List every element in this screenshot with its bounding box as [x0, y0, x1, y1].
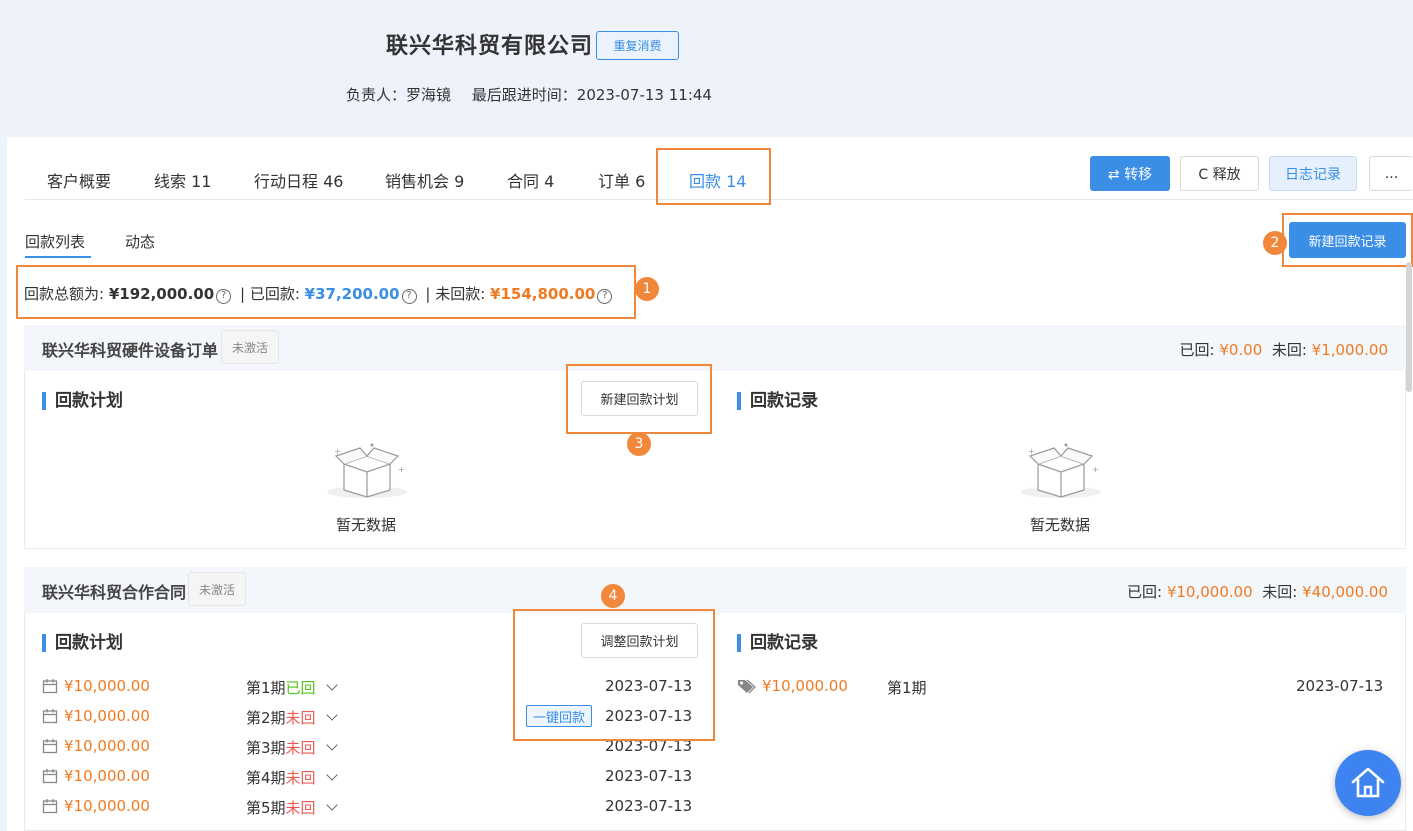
paid-label: 已回: — [1179, 341, 1215, 359]
calendar-icon — [42, 769, 58, 784]
badge-1: 1 — [635, 277, 659, 301]
chevron-down-icon[interactable] — [325, 709, 338, 721]
plan-period: 第1期 — [246, 679, 286, 697]
plan-amount: ¥10,000.00 — [64, 737, 150, 755]
tab-schedule[interactable]: 行动日程 46 — [254, 168, 343, 192]
section-title: 联兴华科贸硬件设备订单 — [42, 341, 219, 360]
highlight-new-plan — [566, 364, 712, 434]
plan-date: 2023-07-13 — [605, 767, 693, 785]
plan-period-row[interactable]: 第1期已回 — [246, 677, 338, 698]
calendar-icon — [42, 799, 58, 814]
plan-amount: ¥10,000.00 — [64, 797, 150, 815]
scrollbar[interactable] — [1406, 262, 1412, 392]
plan-period: 第4期 — [246, 769, 286, 787]
highlight-new-record — [1282, 213, 1413, 267]
unpaid-label: 未回: — [1262, 583, 1298, 601]
plan-period-row[interactable]: 第3期未回 — [246, 737, 338, 758]
calendar-icon — [42, 709, 58, 724]
unpaid-amount: ¥40,000.00 — [1302, 583, 1388, 601]
tab-contracts[interactable]: 合同 4 — [507, 168, 554, 192]
plan-title: 回款计划 — [42, 634, 123, 652]
tab-opportunities[interactable]: 销售机会 9 — [385, 168, 464, 192]
header-meta: 负责人：罗海镜 最后跟进时间：2023-07-13 11:44 — [346, 84, 728, 105]
home-button[interactable] — [1335, 750, 1401, 816]
home-icon — [1351, 767, 1385, 798]
status-badge: 未激活 — [188, 572, 247, 606]
plan-period: 第3期 — [246, 739, 286, 757]
unpaid-label: 未回: — [1271, 341, 1307, 359]
plan-title: 回款计划 — [42, 392, 123, 410]
plan-status: 未回 — [285, 739, 316, 757]
transfer-button[interactable]: ⇄ 转移 — [1090, 156, 1170, 191]
status-badge: 未激活 — [221, 330, 280, 364]
subtab-payment-list[interactable]: 回款列表 — [25, 231, 85, 252]
record-date: 2023-07-13 — [1296, 677, 1384, 695]
plan-period: 第5期 — [246, 799, 286, 817]
release-button[interactable]: C 释放 — [1180, 156, 1259, 191]
calendar-icon — [42, 739, 58, 754]
highlight-tab-payments — [656, 148, 771, 205]
tab-leads[interactable]: 线索 11 — [154, 168, 211, 192]
paid-label: 已回: — [1126, 583, 1163, 601]
unpaid-amount: ¥1,000.00 — [1311, 341, 1388, 359]
plan-date: 2023-07-13 — [605, 797, 693, 815]
contract-section-header: 联兴华科贸合作合同 未激活 已回: ¥10,000.00 未回: ¥40,000… — [24, 567, 1406, 613]
svg-text:+: + — [1028, 447, 1035, 456]
tag-icon — [738, 679, 756, 694]
badge-2: 2 — [1263, 231, 1287, 255]
empty-box-icon: + + — [1021, 443, 1101, 498]
record-amount: ¥10,000.00 — [762, 677, 848, 695]
record-period: 第1期 — [887, 679, 927, 697]
svg-text:+: + — [334, 447, 341, 456]
plan-status: 未回 — [285, 799, 316, 817]
empty-text: 暂无数据 — [1030, 516, 1091, 534]
chevron-down-icon[interactable] — [325, 799, 338, 811]
empty-text: 暂无数据 — [336, 516, 397, 534]
paid-amount: ¥10,000.00 — [1166, 583, 1253, 601]
tab-overview[interactable]: 客户概要 — [47, 168, 111, 192]
plan-amount: ¥10,000.00 — [64, 707, 150, 725]
highlight-adjust-plan — [513, 609, 715, 741]
order-section-header: 联兴华科贸硬件设备订单 未激活 已回: ¥0.00 未回: ¥1,000.00 — [24, 325, 1406, 371]
record-title: 回款记录 — [737, 392, 818, 410]
paid-amount: ¥0.00 — [1219, 341, 1263, 359]
plan-period-row[interactable]: 第4期未回 — [246, 767, 338, 788]
subtab-underline — [25, 256, 91, 258]
more-button[interactable]: ... — [1369, 156, 1413, 191]
plan-status: 未回 — [285, 709, 316, 727]
company-name: 联兴华科贸有限公司 — [386, 34, 594, 59]
section-amounts: 已回: ¥0.00 未回: ¥1,000.00 — [1179, 339, 1388, 360]
order-section-body — [24, 371, 1406, 549]
last-follow-text: 最后跟进时间：2023-07-13 11:44 — [471, 86, 712, 104]
calendar-icon — [42, 679, 58, 694]
chevron-down-icon[interactable] — [325, 679, 338, 691]
subtab-activity[interactable]: 动态 — [125, 231, 155, 252]
plan-period: 第2期 — [246, 709, 286, 727]
customer-tag: 重复消费 — [596, 31, 679, 60]
badge-3: 3 — [627, 432, 651, 456]
svg-text:+: + — [1092, 465, 1099, 474]
plan-period-row[interactable]: 第2期未回 — [246, 707, 338, 728]
owner-text: 负责人：罗海镜 — [346, 86, 452, 104]
chevron-down-icon[interactable] — [325, 739, 338, 751]
section-title: 联兴华科贸合作合同 — [42, 583, 187, 602]
contract-section-body — [24, 613, 1406, 831]
plan-amount: ¥10,000.00 — [64, 767, 150, 785]
section-amounts: 已回: ¥10,000.00 未回: ¥40,000.00 — [1127, 581, 1388, 602]
plan-status: 未回 — [285, 769, 316, 787]
plan-amount: ¥10,000.00 — [64, 677, 150, 695]
plan-period-row[interactable]: 第5期未回 — [246, 797, 338, 818]
plan-status: 已回 — [285, 679, 316, 697]
highlight-summary — [16, 265, 636, 319]
chevron-down-icon[interactable] — [325, 769, 338, 781]
tab-orders[interactable]: 订单 6 — [598, 168, 645, 192]
record-title: 回款记录 — [737, 634, 818, 652]
empty-box-icon: + + — [327, 443, 407, 498]
svg-text:+: + — [398, 465, 405, 474]
log-button[interactable]: 日志记录 — [1269, 156, 1357, 191]
badge-4: 4 — [601, 584, 625, 608]
